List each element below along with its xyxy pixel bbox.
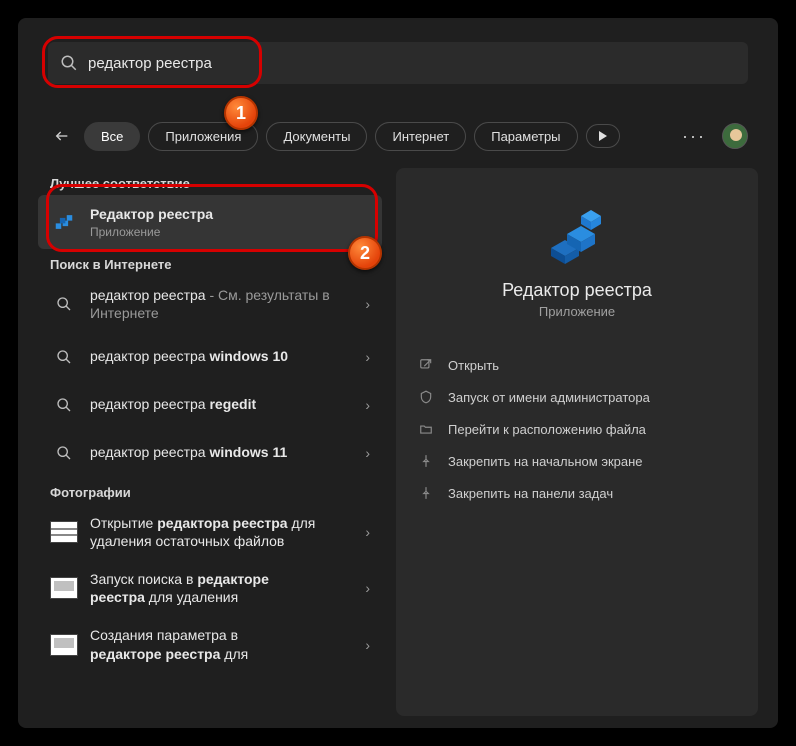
details-panel: Редактор реестра Приложение Открыть Запу… bbox=[396, 168, 758, 716]
image-thumb-icon bbox=[50, 634, 78, 656]
action-open-location[interactable]: Перейти к расположению файла bbox=[412, 413, 742, 445]
user-avatar[interactable] bbox=[722, 123, 748, 149]
annotation-badge-2: 2 bbox=[348, 236, 382, 270]
pin-icon bbox=[418, 485, 434, 501]
image-thumb-icon bbox=[50, 521, 78, 543]
play-icon bbox=[598, 131, 608, 141]
filter-internet[interactable]: Интернет bbox=[375, 122, 466, 151]
chevron-right-icon: › bbox=[365, 296, 370, 312]
filter-all[interactable]: Все bbox=[84, 122, 140, 151]
section-best-match: Лучшее соответствие bbox=[38, 168, 382, 195]
annotation-badge-1: 1 bbox=[224, 96, 258, 130]
open-icon bbox=[418, 357, 434, 373]
web-result[interactable]: редактор реестра windows 11 › bbox=[38, 429, 382, 477]
more-options[interactable]: ··· bbox=[674, 126, 714, 147]
action-label: Закрепить на панели задач bbox=[448, 486, 613, 501]
web-result[interactable]: редактор реестра - См. результаты в Инте… bbox=[38, 276, 382, 332]
panel-app-subtitle: Приложение bbox=[412, 304, 742, 319]
action-open[interactable]: Открыть bbox=[412, 349, 742, 381]
results-column: Лучшее соответствие Редактор реестра При… bbox=[38, 168, 382, 728]
pin-icon bbox=[418, 453, 434, 469]
action-label: Перейти к расположению файла bbox=[448, 422, 646, 437]
web-result[interactable]: редактор реестра windows 10 › bbox=[38, 333, 382, 381]
chevron-right-icon: › bbox=[365, 637, 370, 653]
filter-documents[interactable]: Документы bbox=[266, 122, 367, 151]
panel-app-title: Редактор реестра bbox=[412, 280, 742, 301]
section-photos: Фотографии bbox=[38, 477, 382, 504]
search-bar[interactable] bbox=[48, 42, 748, 84]
search-input[interactable] bbox=[88, 55, 736, 72]
best-match-result[interactable]: Редактор реестра Приложение bbox=[38, 195, 382, 249]
chevron-right-icon: › bbox=[365, 524, 370, 540]
image-thumb-icon bbox=[50, 577, 78, 599]
shield-icon bbox=[418, 389, 434, 405]
search-icon bbox=[56, 349, 72, 365]
photo-result[interactable]: Создания параметра в редакторе реестра д… bbox=[38, 616, 382, 672]
filter-row: Все Приложения Документы Интернет Параме… bbox=[48, 116, 748, 156]
chevron-right-icon: › bbox=[365, 580, 370, 596]
search-icon bbox=[56, 296, 72, 312]
arrow-left-icon bbox=[54, 128, 70, 144]
photo-result[interactable]: Открытие редактора реестра для удаления … bbox=[38, 504, 382, 560]
regedit-icon bbox=[50, 208, 78, 236]
photo-result[interactable]: Запуск поиска в редакторе реестра для уд… bbox=[38, 560, 382, 616]
chevron-right-icon: › bbox=[365, 445, 370, 461]
action-pin-start[interactable]: Закрепить на начальном экране bbox=[412, 445, 742, 477]
chevron-right-icon: › bbox=[365, 397, 370, 413]
search-icon bbox=[56, 397, 72, 413]
search-window: 1 2 Все Приложения Документы Интернет Па… bbox=[18, 18, 778, 728]
action-label: Открыть bbox=[448, 358, 499, 373]
action-run-admin[interactable]: Запуск от имени администратора bbox=[412, 381, 742, 413]
best-match-title: Редактор реестра bbox=[90, 205, 370, 223]
folder-icon bbox=[418, 421, 434, 437]
web-result[interactable]: редактор реестра regedit › bbox=[38, 381, 382, 429]
best-match-subtitle: Приложение bbox=[90, 225, 370, 239]
chevron-right-icon: › bbox=[365, 349, 370, 365]
back-button[interactable] bbox=[48, 122, 76, 150]
filter-more-arrow[interactable] bbox=[586, 124, 620, 148]
regedit-icon-large bbox=[545, 204, 609, 268]
action-pin-taskbar[interactable]: Закрепить на панели задач bbox=[412, 477, 742, 509]
action-label: Закрепить на начальном экране bbox=[448, 454, 643, 469]
search-icon bbox=[56, 445, 72, 461]
search-icon bbox=[60, 54, 78, 72]
filter-settings[interactable]: Параметры bbox=[474, 122, 577, 151]
action-label: Запуск от имени администратора bbox=[448, 390, 650, 405]
section-web: Поиск в Интернете bbox=[38, 249, 382, 276]
